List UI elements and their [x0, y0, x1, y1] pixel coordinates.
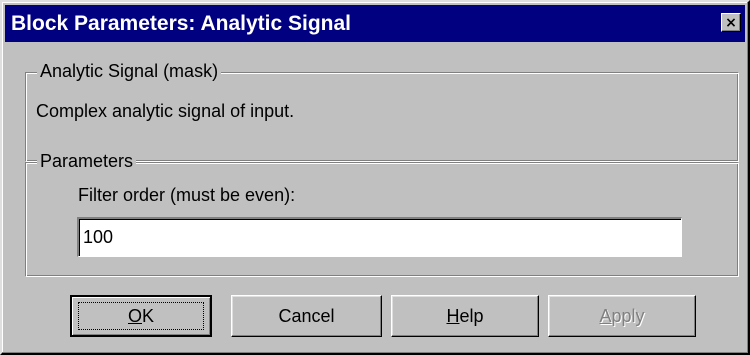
ok-label-rest: K: [142, 305, 155, 326]
parameters-group-legend: Parameters: [37, 151, 137, 172]
filter-order-label: Filter order (must be even):: [78, 185, 296, 205]
title-bar[interactable]: Block Parameters: Analytic Signal ×: [5, 5, 745, 42]
dialog-window: Block Parameters: Analytic Signal × Anal…: [0, 0, 750, 355]
help-mnemonic: H: [446, 305, 460, 326]
mask-group-legend: Analytic Signal (mask): [37, 61, 222, 82]
focus-ring: OK: [78, 302, 204, 330]
window-title: Block Parameters: Analytic Signal: [11, 11, 352, 35]
ok-button[interactable]: OK: [70, 295, 212, 337]
cancel-label: Cancel: [278, 305, 335, 326]
help-button[interactable]: Help: [391, 295, 539, 337]
apply-mnemonic: A: [599, 305, 612, 326]
close-icon: ×: [725, 14, 737, 31]
apply-label-rest: pply: [611, 305, 645, 326]
cancel-button[interactable]: Cancel: [231, 295, 382, 337]
close-button[interactable]: ×: [721, 13, 741, 32]
help-label-rest: elp: [459, 305, 484, 326]
filter-order-input[interactable]: [77, 217, 682, 257]
mask-description: Complex analytic signal of input.: [36, 101, 295, 121]
ok-mnemonic: O: [127, 305, 142, 326]
apply-button[interactable]: Apply: [548, 295, 696, 337]
